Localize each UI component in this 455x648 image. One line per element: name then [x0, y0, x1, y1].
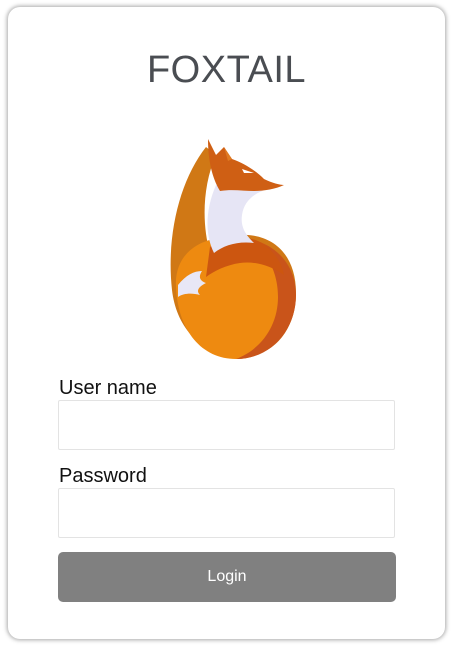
username-input[interactable] — [58, 400, 395, 450]
fox-logo-icon — [170, 139, 296, 359]
login-button[interactable]: Login — [58, 552, 396, 602]
app-title: FOXTAIL — [146, 49, 307, 91]
login-card: FOXTAIL User name Password Login — [8, 7, 445, 639]
password-label: Password — [59, 465, 147, 487]
password-input[interactable] — [58, 488, 395, 538]
username-label: User name — [59, 377, 157, 399]
